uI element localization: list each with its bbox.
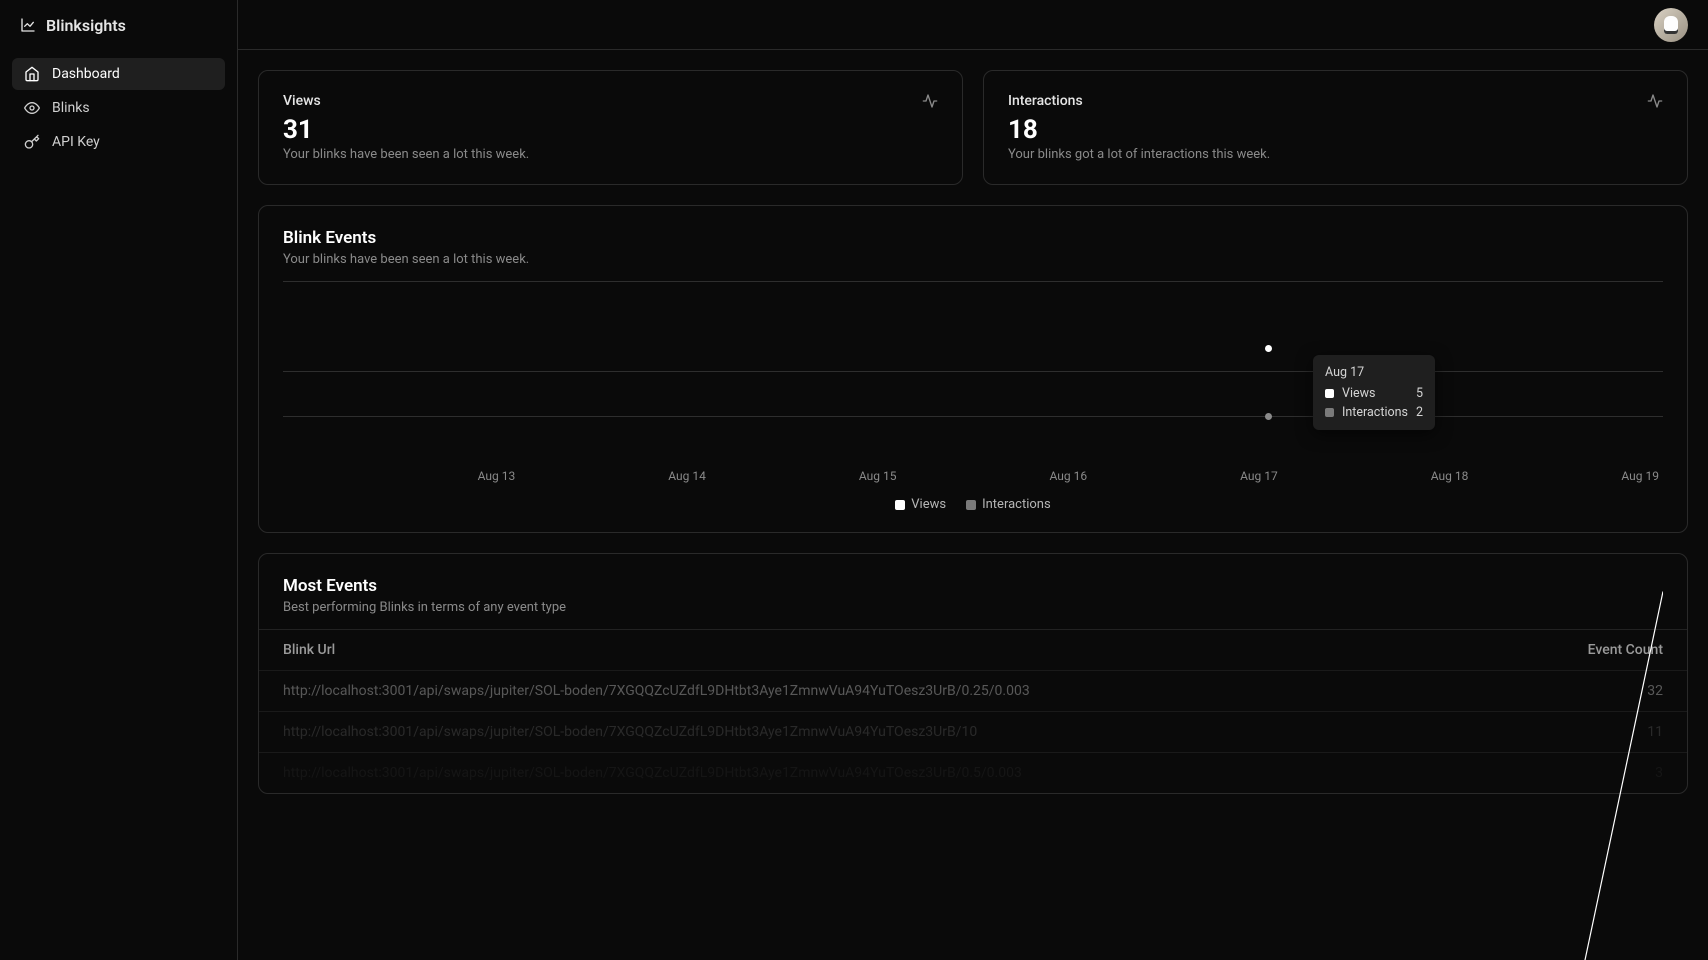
table-row[interactable]: http://localhost:3001/api/swaps/jupiter/…: [259, 753, 1687, 794]
avatar[interactable]: [1654, 8, 1688, 42]
tooltip-title: Aug 17: [1325, 365, 1423, 380]
top-header: [238, 0, 1708, 50]
tooltip-series-label: Interactions: [1342, 405, 1408, 420]
app-brand: Blinksights: [0, 0, 237, 50]
app-name: Blinksights: [46, 16, 126, 35]
tooltip-swatch-icon: [1325, 389, 1334, 398]
chart-panel: Blink Events Your blinks have been seen …: [258, 205, 1688, 533]
stat-card-views: Views 31 Your blinks have been seen a lo…: [258, 70, 963, 185]
eye-icon: [24, 100, 40, 116]
tooltip-series-value: 2: [1416, 405, 1423, 420]
sidebar-item-dashboard[interactable]: Dashboard: [12, 58, 225, 90]
stat-value: 31: [283, 115, 938, 145]
home-icon: [24, 66, 40, 82]
tooltip-swatch-icon: [1325, 408, 1334, 417]
table-cell-count: 32: [1495, 671, 1687, 712]
sidebar: Blinksights Dashboard Blinks API Key: [0, 0, 238, 960]
table-cell-url: http://localhost:3001/api/swaps/jupiter/…: [259, 671, 1495, 712]
stat-value: 18: [1008, 115, 1663, 145]
chart-line-icon: [20, 17, 36, 33]
key-icon: [24, 134, 40, 150]
main: Views 31 Your blinks have been seen a lo…: [238, 0, 1708, 960]
table-row[interactable]: http://localhost:3001/api/swaps/jupiter/…: [259, 671, 1687, 712]
activity-icon: [1647, 93, 1663, 109]
table-cell-count: 11: [1495, 712, 1687, 753]
sidebar-item-label: Dashboard: [52, 66, 120, 82]
tooltip-series-value: 5: [1416, 386, 1423, 401]
stat-card-interactions: Interactions 18 Your blinks got a lot of…: [983, 70, 1688, 185]
sidebar-item-label: API Key: [52, 134, 100, 150]
table-cell-url: http://localhost:3001/api/swaps/jupiter/…: [259, 753, 1495, 794]
chart[interactable]: Aug 12Aug 13Aug 14Aug 15Aug 16Aug 17Aug …: [259, 281, 1687, 512]
chart-sub: Your blinks have been seen a lot this we…: [283, 252, 1663, 267]
stat-sub: Your blinks have been seen a lot this we…: [283, 147, 938, 162]
stat-title: Views: [283, 93, 938, 109]
stat-sub: Your blinks got a lot of interactions th…: [1008, 147, 1663, 162]
chart-data-point: [1265, 413, 1272, 420]
tooltip-series-label: Views: [1342, 386, 1375, 401]
table-cell-url: http://localhost:3001/api/swaps/jupiter/…: [259, 712, 1495, 753]
sidebar-item-blinks[interactable]: Blinks: [12, 92, 225, 124]
sidebar-item-api-key[interactable]: API Key: [12, 126, 225, 158]
sidebar-nav: Dashboard Blinks API Key: [0, 50, 237, 166]
table-row[interactable]: http://localhost:3001/api/swaps/jupiter/…: [259, 712, 1687, 753]
table-cell-count: 3: [1495, 753, 1687, 794]
chart-tooltip: Aug 17 Views 5 Interactions 2: [1313, 355, 1435, 430]
activity-icon: [922, 93, 938, 109]
sidebar-item-label: Blinks: [52, 100, 90, 116]
stat-title: Interactions: [1008, 93, 1663, 109]
chart-title: Blink Events: [283, 228, 1663, 248]
